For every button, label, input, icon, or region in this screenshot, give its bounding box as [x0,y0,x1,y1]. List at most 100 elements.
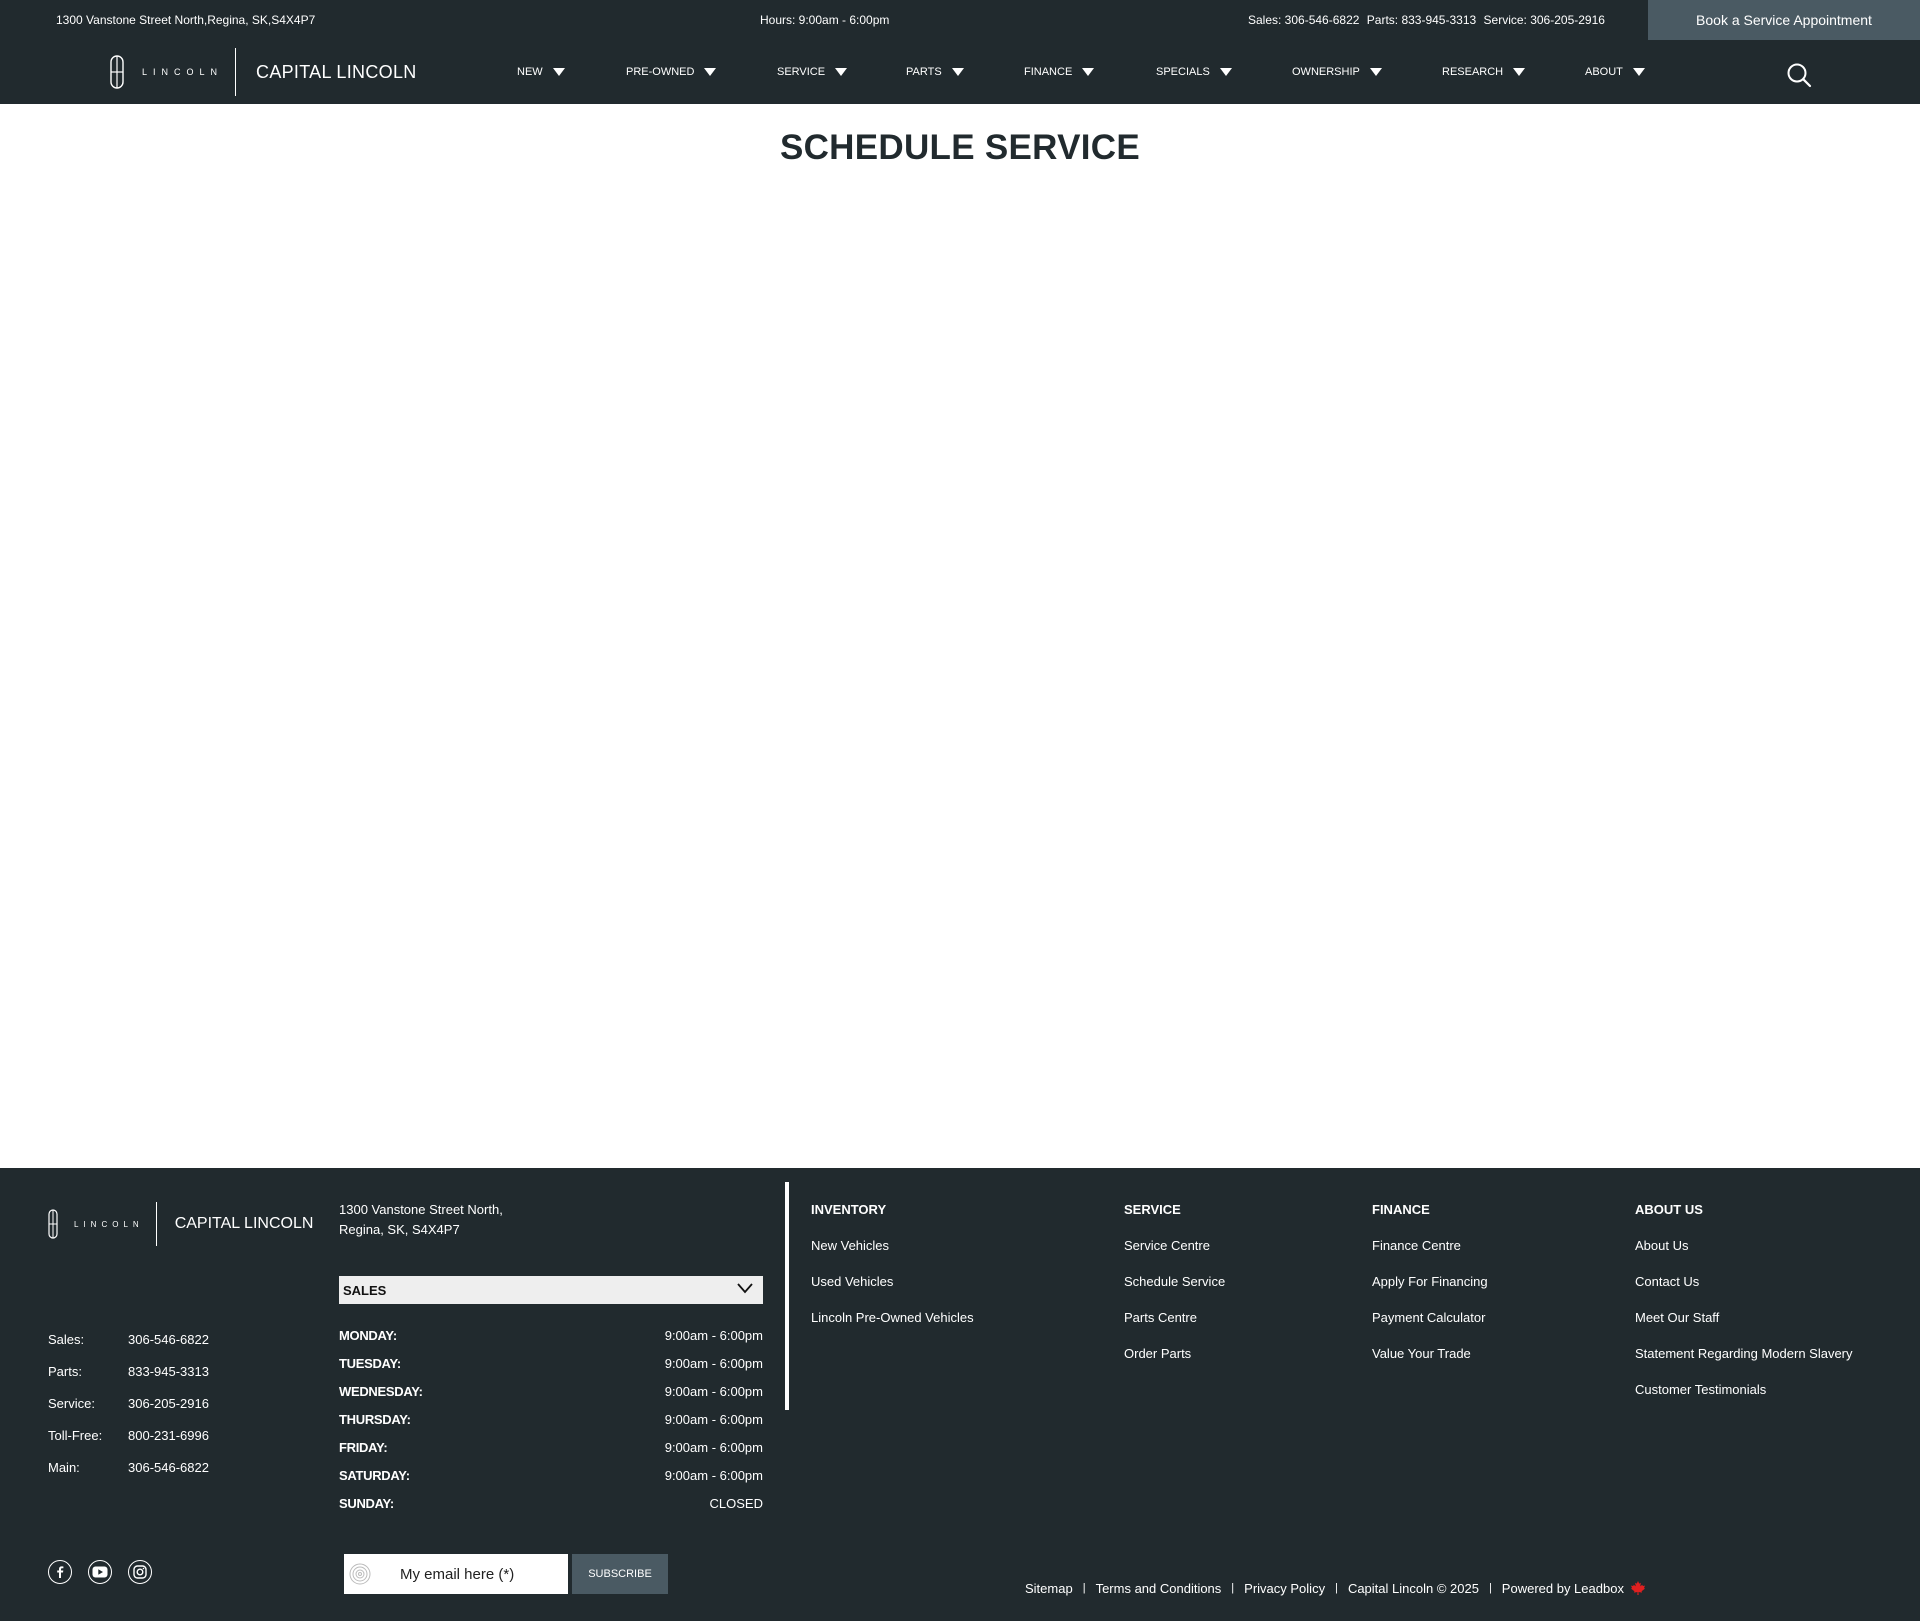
column-heading: INVENTORY [811,1202,887,1217]
footer-link[interactable]: Meet Our Staff [1635,1310,1853,1346]
hours-row: FRIDAY: 9:00am - 6:00pm [339,1440,763,1468]
footer-column-about: ABOUT US About Us Contact Us Meet Our St… [1635,1202,1853,1418]
nav-finance[interactable]: FINANCE [1024,40,1095,104]
hours-row: SUNDAY: CLOSED [339,1496,763,1524]
contact-phone-link[interactable]: 306-546-6822 [128,1460,209,1492]
contact-label: Toll-Free: [48,1428,103,1443]
site-footer: LINCOLN CAPITAL LINCOLN 1300 Vanstone St… [0,1168,1920,1621]
contact-phone-link[interactable]: 833-945-3313 [128,1364,209,1396]
department-selected-value: SALES [343,1282,387,1298]
book-service-button[interactable]: Book a Service Appointment [1648,0,1920,40]
main-navigation: LINCOLN CAPITAL LINCOLN NEW PRE-OWNED SE… [0,40,1920,104]
phone-numbers: Sales: 306-546-6822 Parts: 833-945-3313 … [1248,13,1609,27]
nav-label: RESEARCH [1442,66,1504,78]
department-select[interactable]: SALES [339,1276,763,1304]
sales-phone-link[interactable]: Sales: 306-546-6822 [1248,13,1359,27]
contact-label: Service: [48,1396,95,1411]
footer-link[interactable]: Payment Calculator [1372,1310,1488,1346]
hours-row: MONDAY: 9:00am - 6:00pm [339,1328,763,1356]
column-heading: ABOUT US [1635,1202,1703,1217]
sitemap-link[interactable]: Sitemap [1025,1581,1073,1596]
logo-divider [235,48,237,96]
instagram-glyph [133,1565,147,1579]
caret-down-icon [552,68,565,76]
nav-ownership[interactable]: OWNERSHIP [1292,40,1382,104]
footer-link[interactable]: Parts Centre [1124,1310,1225,1346]
facebook-icon[interactable] [48,1560,72,1584]
hours-row: WEDNESDAY: 9:00am - 6:00pm [339,1384,763,1412]
lincoln-wordmark: LINCOLN [74,1219,144,1229]
footer-link[interactable]: Statement Regarding Modern Slavery [1635,1346,1853,1382]
legal-separator: | [1335,1582,1338,1594]
search-icon[interactable] [1786,62,1812,88]
site-logo[interactable]: LINCOLN CAPITAL LINCOLN [110,48,417,96]
youtube-icon[interactable] [88,1560,112,1584]
footer-link[interactable]: Finance Centre [1372,1238,1488,1274]
contact-row: Service: 306-205-2916 [48,1396,209,1428]
instagram-icon[interactable] [128,1560,152,1584]
footer-logo[interactable]: LINCOLN CAPITAL LINCOLN [48,1202,313,1246]
nav-parts[interactable]: PARTS [906,40,964,104]
nav-about[interactable]: ABOUT [1585,40,1645,104]
footer-link[interactable]: Used Vehicles [811,1274,974,1310]
nav-label: OWNERSHIP [1292,66,1360,78]
nav-label: NEW [517,66,543,78]
legal-separator: | [1488,1582,1492,1594]
nav-label: ABOUT [1585,66,1623,78]
address-line-1: 1300 Vanstone Street North, [339,1202,503,1217]
footer-link[interactable]: Contact Us [1635,1274,1853,1310]
nav-pre-owned[interactable]: PRE-OWNED [626,40,717,104]
hours-day: WEDNESDAY: [339,1384,423,1399]
contact-phone-link[interactable]: 306-205-2916 [128,1396,209,1428]
subscribe-button[interactable]: SUBSCRIBE [572,1554,668,1594]
legal-links: Sitemap | Terms and Conditions | Privacy… [1025,1580,1646,1596]
caret-down-icon [1082,68,1095,76]
nav-specials[interactable]: SPECIALS [1156,40,1232,104]
footer-link[interactable]: Customer Testimonials [1635,1382,1853,1418]
hours-time: 9:00am - 6:00pm [664,1468,763,1483]
nav-research[interactable]: RESEARCH [1442,40,1526,104]
privacy-link[interactable]: Privacy Policy [1244,1581,1325,1596]
nav-label: PRE-OWNED [626,66,695,78]
caret-down-icon [835,68,848,76]
terms-link[interactable]: Terms and Conditions [1096,1581,1222,1596]
hours-time: 9:00am - 6:00pm [664,1384,763,1399]
contact-row: Toll-Free: 800-231-6996 [48,1428,209,1460]
hours-day: MONDAY: [339,1328,397,1343]
contact-phone-link[interactable]: 306-546-6822 [128,1332,209,1364]
page-title: SCHEDULE SERVICE [779,128,1141,167]
service-phone-link[interactable]: Service: 306-205-2916 [1484,13,1605,27]
footer-link[interactable]: New Vehicles [811,1238,974,1274]
footer-link[interactable]: Service Centre [1124,1238,1225,1274]
footer-link[interactable]: Schedule Service [1124,1274,1225,1310]
footer-link[interactable]: Apply For Financing [1372,1274,1488,1310]
footer-divider [785,1182,789,1410]
contact-phone-link[interactable]: 800-231-6996 [128,1428,209,1460]
caret-down-icon [704,68,717,76]
address-line-2: Regina, SK, S4X4P7 [339,1222,460,1237]
contact-label: Main: [48,1460,80,1475]
footer-link[interactable]: Value Your Trade [1372,1346,1488,1382]
footer-address[interactable]: 1300 Vanstone Street North, Regina, SK, … [339,1200,503,1240]
footer-link[interactable]: About Us [1635,1238,1853,1274]
caret-down-icon [1369,68,1382,76]
dealer-name: CAPITAL LINCOLN [174,1215,314,1232]
footer-column-inventory: INVENTORY New Vehicles Used Vehicles Lin… [811,1202,974,1346]
hours-table: MONDAY: 9:00am - 6:00pm TUESDAY: 9:00am - … [339,1328,763,1524]
footer-column-finance: FINANCE Finance Centre Apply For Financi… [1372,1202,1488,1382]
footer-link[interactable]: Lincoln Pre-Owned Vehicles [811,1310,974,1346]
nav-label: FINANCE [1024,66,1073,78]
contact-row: Main: 306-546-6822 [48,1460,209,1492]
hours-row: SATURDAY: 9:00am - 6:00pm [339,1468,763,1496]
dealer-address[interactable]: 1300 Vanstone Street North,Regina, SK,S4… [56,13,315,27]
legal-separator: | [1082,1582,1086,1594]
nav-label: SPECIALS [1156,66,1210,78]
parts-phone-link[interactable]: Parts: 833-945-3313 [1367,13,1476,27]
powered-by-link[interactable]: Powered by Leadbox [1502,1581,1624,1596]
nav-service[interactable]: SERVICE [777,40,848,104]
nav-new[interactable]: NEW [517,40,565,104]
newsletter-email-input[interactable]: My email here (*) [344,1554,568,1594]
lincoln-star-icon [48,1209,58,1239]
hours-time: 9:00am - 6:00pm [664,1412,763,1427]
footer-link[interactable]: Order Parts [1124,1346,1225,1382]
